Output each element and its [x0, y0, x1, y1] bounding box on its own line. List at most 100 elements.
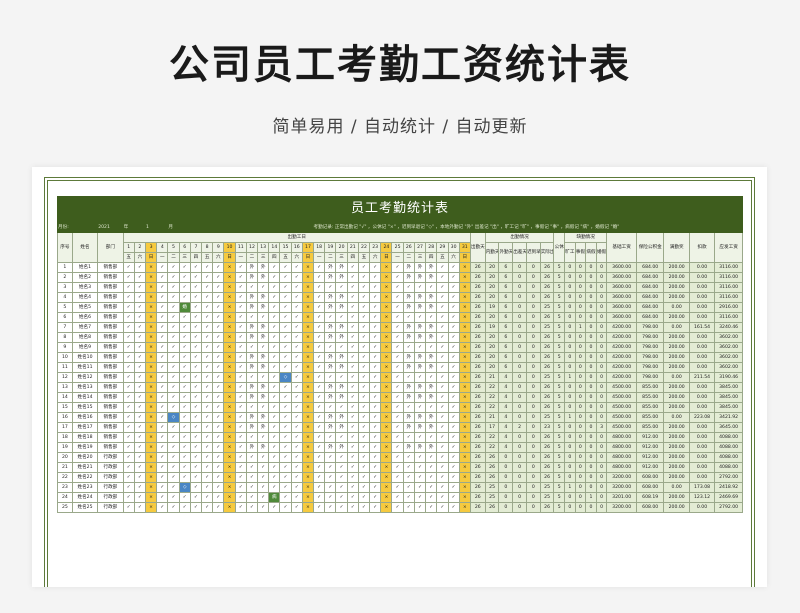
day-cell[interactable]: ✓ — [335, 342, 348, 353]
day-cell[interactable]: × — [301, 492, 315, 503]
day-cell[interactable]: ✓ — [313, 442, 326, 453]
day-number[interactable]: 8 — [201, 242, 214, 253]
day-number[interactable]: 5 — [167, 242, 180, 253]
day-cell[interactable]: × — [223, 472, 236, 483]
day-cell[interactable]: ✓ — [313, 472, 326, 483]
day-cell[interactable]: ✓ — [189, 312, 203, 323]
row-dept[interactable]: 销售部 — [97, 342, 124, 353]
day-cell[interactable]: ✓ — [201, 472, 214, 483]
row-stat[interactable]: 0 — [512, 392, 527, 403]
row-stat[interactable]: 5 — [553, 262, 566, 273]
day-number[interactable]: 18 — [313, 242, 326, 253]
day-cell[interactable]: ✓ — [357, 462, 371, 473]
day-cell[interactable]: ✓ — [133, 262, 147, 273]
day-cell[interactable]: ✓ — [178, 332, 191, 343]
row-stat[interactable]: 0 — [595, 472, 608, 483]
day-cell[interactable]: ✓ — [346, 462, 359, 473]
day-cell[interactable]: ✓ — [357, 392, 371, 403]
day-cell[interactable]: ✓ — [324, 282, 337, 293]
row-base[interactable]: 4800.00 — [606, 462, 637, 473]
day-cell[interactable]: ✓ — [167, 382, 180, 393]
day-cell[interactable]: ✓ — [178, 492, 191, 503]
day-cell[interactable]: 病 — [268, 492, 281, 503]
day-cell[interactable]: ✓ — [122, 432, 135, 443]
row-stat[interactable]: 20 — [484, 312, 500, 323]
row-insurance[interactable]: 855.00 — [635, 412, 665, 423]
day-cell[interactable]: ✓ — [313, 362, 326, 373]
row-deduct[interactable]: 0.00 — [688, 472, 716, 483]
day-cell[interactable]: ✓ — [156, 432, 169, 443]
day-cell[interactable]: ✓ — [167, 352, 180, 363]
row-stat[interactable]: 21 — [484, 412, 500, 423]
day-cell[interactable]: ✓ — [234, 322, 247, 333]
day-cell[interactable]: ✓ — [212, 492, 225, 503]
day-cell[interactable]: 外 — [425, 392, 438, 403]
row-base[interactable]: 3600.00 — [606, 262, 637, 273]
row-stat[interactable]: 0 — [564, 492, 576, 503]
row-stat[interactable]: 19 — [484, 322, 500, 333]
day-cell[interactable]: × — [380, 502, 393, 513]
day-cell[interactable]: 外 — [245, 422, 259, 433]
row-stat[interactable]: 0 — [525, 362, 541, 373]
day-cell[interactable]: ✓ — [324, 462, 337, 473]
day-cell[interactable]: × — [144, 502, 158, 513]
row-stat[interactable]: 1 — [564, 482, 576, 493]
day-cell[interactable]: × — [301, 372, 315, 383]
day-cell[interactable]: ✓ — [178, 262, 191, 273]
day-cell[interactable]: ✓ — [201, 362, 214, 373]
row-base[interactable]: 3600.00 — [606, 292, 637, 303]
day-cell[interactable]: 外 — [324, 272, 337, 283]
row-stat[interactable]: 5 — [553, 362, 566, 373]
row-insurance[interactable]: 798.00 — [635, 372, 665, 383]
day-cell[interactable]: ✓ — [447, 272, 460, 283]
day-cell[interactable]: ✓ — [201, 462, 214, 473]
day-number[interactable]: 27 — [413, 242, 427, 253]
day-cell[interactable]: ✓ — [290, 362, 303, 373]
day-cell[interactable]: × — [301, 272, 315, 283]
day-cell[interactable]: ✓ — [402, 402, 415, 413]
day-cell[interactable]: ✓ — [290, 312, 303, 323]
row-no[interactable]: 18 — [57, 432, 73, 443]
row-stat[interactable]: 0 — [512, 342, 527, 353]
year-unit[interactable]: 年 — [122, 222, 147, 233]
header-leave-col[interactable]: 婚假 — [595, 242, 608, 263]
day-cell[interactable]: ✓ — [156, 472, 169, 483]
day-cell[interactable]: ✓ — [133, 352, 147, 363]
day-cell[interactable]: ✓ — [156, 402, 169, 413]
header-leave-col[interactable]: 事假 — [574, 242, 587, 263]
row-stat[interactable]: 26 — [539, 332, 555, 343]
day-cell[interactable]: × — [380, 412, 393, 423]
day-cell[interactable]: ✓ — [313, 272, 326, 283]
row-dept[interactable]: 销售部 — [97, 312, 124, 323]
day-cell[interactable]: ✓ — [268, 392, 281, 403]
day-cell[interactable]: ✓ — [122, 462, 135, 473]
day-cell[interactable]: ✓ — [201, 442, 214, 453]
day-cell[interactable]: ✓ — [413, 312, 427, 323]
day-cell[interactable]: ✓ — [133, 342, 147, 353]
day-cell[interactable]: 外 — [413, 362, 427, 373]
row-stat[interactable]: 0 — [595, 362, 608, 373]
row-name[interactable]: 姓名24 — [71, 492, 99, 503]
day-cell[interactable]: ✓ — [369, 282, 382, 293]
day-cell[interactable]: ✓ — [279, 262, 292, 273]
day-cell[interactable]: 外 — [425, 322, 438, 333]
day-cell[interactable]: ✓ — [369, 432, 382, 443]
row-no[interactable]: 24 — [57, 492, 73, 503]
day-cell[interactable]: ✓ — [122, 342, 135, 353]
row-stat[interactable]: 0 — [525, 412, 541, 423]
day-cell[interactable]: ✓ — [189, 432, 203, 443]
day-cell[interactable]: ✓ — [279, 392, 292, 403]
row-insurance[interactable]: 608.00 — [635, 472, 665, 483]
weekday[interactable]: 六 — [369, 252, 382, 263]
day-cell[interactable]: ✓ — [313, 392, 326, 403]
day-cell[interactable]: ✓ — [425, 312, 438, 323]
day-cell[interactable]: 外 — [257, 392, 270, 403]
day-cell[interactable]: ✓ — [346, 402, 359, 413]
day-cell[interactable]: ✓ — [201, 422, 214, 433]
day-cell[interactable]: × — [380, 462, 393, 473]
row-stat[interactable]: 25 — [539, 482, 555, 493]
day-cell[interactable]: ◇ — [167, 412, 180, 423]
day-cell[interactable]: ✓ — [447, 442, 460, 453]
row-deduct[interactable]: 173.08 — [688, 482, 716, 493]
row-stat[interactable]: 0 — [512, 482, 527, 493]
